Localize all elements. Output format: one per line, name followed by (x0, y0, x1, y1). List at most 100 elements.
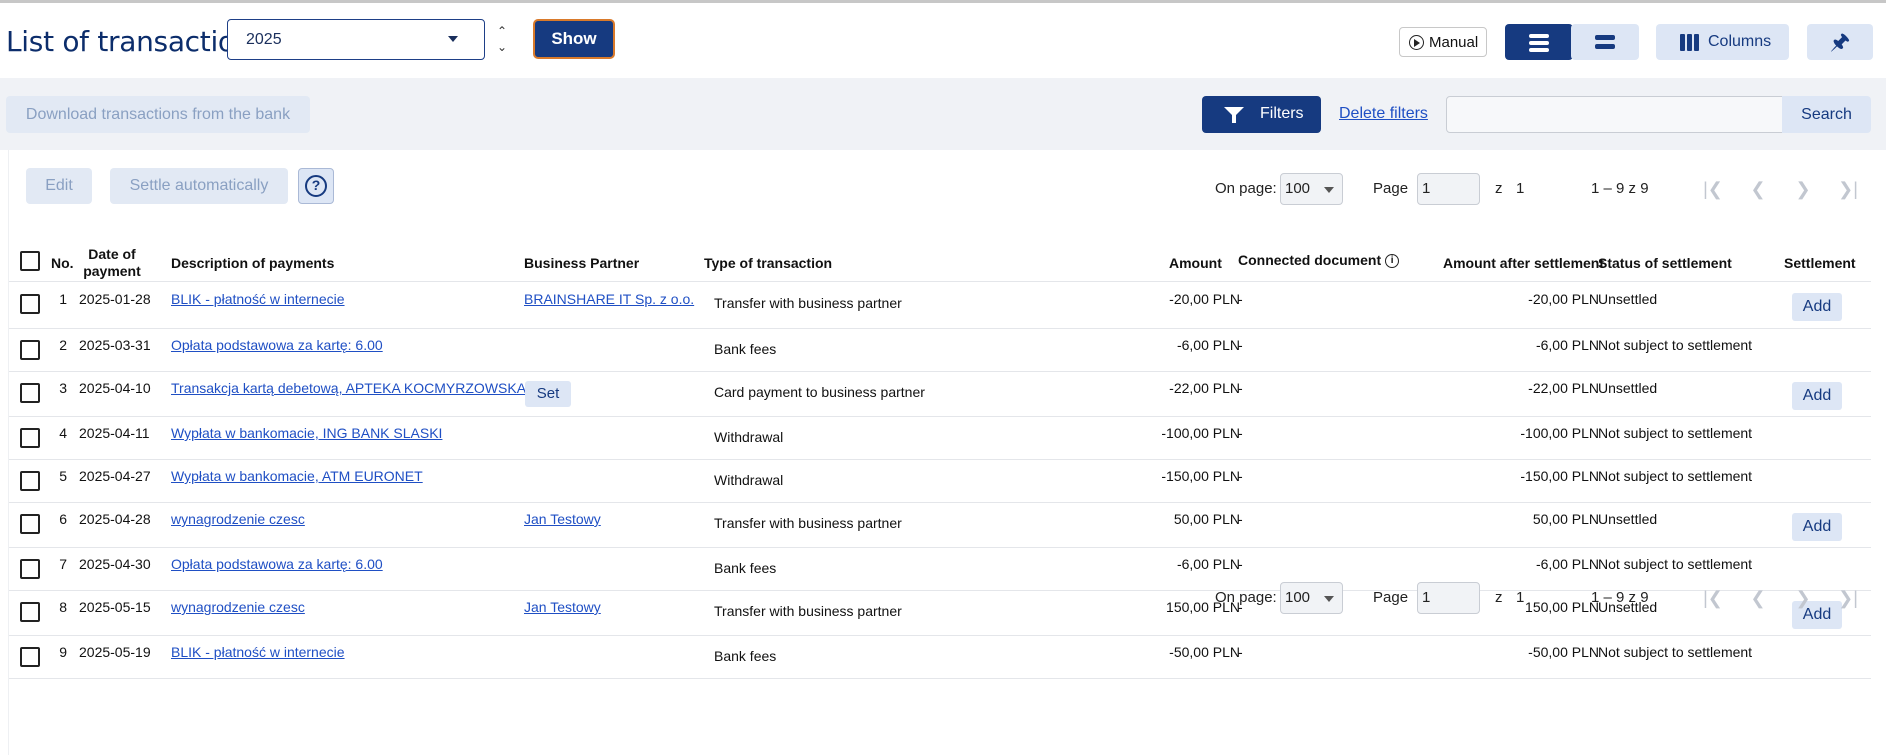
cell-date: 2025-04-27 (79, 468, 151, 484)
row-checkbox[interactable] (20, 340, 40, 360)
add-settlement-button[interactable]: Add (1792, 513, 1842, 541)
cell-amount-after: -20,00 PLN (1528, 291, 1599, 307)
view-compact-button[interactable] (1571, 24, 1639, 60)
cell-type: Bank fees (714, 341, 777, 357)
delete-filters-link[interactable]: Delete filters (1339, 105, 1428, 123)
cell-status: Unsettled (1598, 291, 1658, 307)
columns-button[interactable]: Columns (1656, 24, 1789, 60)
on-page-label: On page: (1215, 180, 1277, 197)
cell-amount: 50,00 PLN (1173, 511, 1240, 527)
chevron-down-icon[interactable]: ⌄ (495, 39, 509, 55)
row-checkbox[interactable] (20, 514, 40, 534)
per-page-select[interactable]: 100 (1280, 582, 1343, 614)
on-page-label: On page: (1215, 589, 1277, 606)
page-number-value: 1 (1422, 589, 1431, 606)
cell-partner-link[interactable]: Jan Testowy (524, 511, 601, 527)
row-checkbox[interactable] (20, 602, 40, 622)
cell-amount-after: -100,00 PLN (1520, 425, 1599, 441)
next-page-icon[interactable]: ❯ (1788, 176, 1818, 202)
cell-description-link[interactable]: BLIK - płatność w internecie (171, 644, 345, 660)
help-button[interactable]: ? (298, 168, 334, 204)
previous-page-icon[interactable]: ❮ (1743, 176, 1773, 202)
row-checkbox[interactable] (20, 559, 40, 579)
table-row[interactable]: 6 2025-04-28 wynagrodzenie czesc Jan Testow… (9, 503, 1871, 548)
cell-description-link[interactable]: wynagrodzenie czesc (171, 599, 305, 615)
cell-no: 5 (59, 468, 67, 484)
cell-partner-link[interactable]: Jan Testowy (524, 599, 601, 615)
year-select-value: 2025 (246, 31, 282, 48)
table-row[interactable]: 4 2025-04-11 Wypłata w bankomacie, ING BAN… (9, 417, 1871, 460)
cell-description-link[interactable]: Wypłata w bankomacie, ATM EURONET (171, 468, 423, 484)
filters-button[interactable]: Filters (1202, 96, 1321, 133)
table-row[interactable]: 1 2025-01-28 BLIK - płatność w internecie B… (9, 283, 1871, 329)
cell-connected-document: - (1238, 291, 1243, 307)
pagination-bottom: On page: 100 Page 1 z 1 1 – 9 z 9 |❮ ❮ ❯… (1215, 582, 1865, 614)
of-label: z (1495, 180, 1503, 197)
columns-label: Columns (1708, 33, 1772, 50)
cell-no: 2 (59, 337, 67, 353)
download-transactions-button[interactable]: Download transactions from the bank (6, 96, 310, 133)
last-page-icon[interactable]: ❯| (1833, 585, 1863, 611)
column-amount: Amount (1169, 255, 1222, 271)
table-row[interactable]: 5 2025-04-27 Wypłata w bankomacie, ATM EUR… (9, 460, 1871, 503)
cell-description-link[interactable]: wynagrodzenie czesc (171, 511, 305, 527)
add-settlement-button[interactable]: Add (1792, 293, 1842, 321)
cell-amount: -150,00 PLN (1161, 468, 1240, 484)
first-page-icon[interactable]: |❮ (1698, 176, 1728, 202)
show-button[interactable]: Show (533, 19, 615, 59)
column-connected-document: Connected document i (1238, 252, 1400, 269)
cell-description-link[interactable]: BLIK - płatność w internecie (171, 291, 345, 307)
table-row[interactable]: 3 2025-04-10 Transakcja kartą debetową, AP… (9, 372, 1871, 417)
last-page-icon[interactable]: ❯| (1833, 176, 1863, 202)
per-page-select[interactable]: 100 (1280, 173, 1343, 205)
row-checkbox[interactable] (20, 471, 40, 491)
cell-description-link[interactable]: Opłata podstawowa za kartę: 6.00 (171, 556, 383, 572)
cell-connected-document: - (1238, 511, 1243, 527)
pin-button[interactable]: 🖈 (1807, 24, 1873, 60)
compact-view-icon (1595, 35, 1615, 53)
list-view-icon (1529, 34, 1549, 55)
table-row[interactable]: 2 2025-03-31 Opłata podstawowa za kartę: 6… (9, 329, 1871, 372)
cell-description-link[interactable]: Opłata podstawowa za kartę: 6.00 (171, 337, 383, 353)
page-number-input[interactable]: 1 (1417, 582, 1480, 614)
cell-status: Not subject to settlement (1598, 425, 1753, 441)
page-number-input[interactable]: 1 (1417, 173, 1480, 205)
info-icon[interactable]: i (1385, 254, 1400, 269)
cell-type: Withdrawal (714, 472, 784, 488)
view-expanded-button[interactable] (1505, 24, 1573, 60)
cell-connected-document: - (1238, 337, 1243, 353)
record-range: 1 – 9 z 9 (1591, 180, 1649, 197)
add-settlement-button[interactable]: Add (1792, 382, 1842, 410)
cell-date: 2025-03-31 (79, 337, 151, 353)
cell-description-link[interactable]: Transakcja kartą debetową, APTEKA KOCMYR… (171, 380, 526, 396)
row-checkbox[interactable] (20, 428, 40, 448)
first-page-icon[interactable]: |❮ (1698, 585, 1728, 611)
chevron-down-icon (1324, 187, 1334, 193)
search-input[interactable] (1446, 96, 1783, 133)
cell-amount-after: -6,00 PLN (1535, 337, 1599, 353)
next-page-icon[interactable]: ❯ (1788, 585, 1818, 611)
row-checkbox[interactable] (20, 647, 40, 667)
cell-connected-document: - (1238, 556, 1243, 572)
manual-button[interactable]: Manual (1399, 27, 1487, 57)
cell-description-link[interactable]: Wypłata w bankomacie, ING BANK SLASKI (171, 425, 442, 441)
chevron-up-icon[interactable]: ⌃ (495, 23, 509, 39)
column-settlement: Settlement (1784, 255, 1856, 271)
search-button[interactable]: Search (1782, 96, 1871, 133)
row-checkbox[interactable] (20, 294, 40, 314)
year-stepper[interactable]: ⌃ ⌄ (495, 23, 509, 59)
year-select[interactable]: 2025 (227, 19, 485, 60)
set-partner-button[interactable]: Set (525, 381, 571, 407)
cell-type: Bank fees (714, 560, 777, 576)
edit-button[interactable]: Edit (26, 168, 92, 204)
cell-status: Not subject to settlement (1598, 644, 1753, 660)
select-all-checkbox[interactable] (20, 251, 40, 271)
previous-page-icon[interactable]: ❮ (1743, 585, 1773, 611)
cell-type: Withdrawal (714, 429, 784, 445)
table-row[interactable]: 9 2025-05-19 BLIK - płatność w internecie B… (9, 636, 1871, 679)
settle-automatically-button[interactable]: Settle automatically (110, 168, 288, 204)
row-checkbox[interactable] (20, 383, 40, 403)
cell-status: Not subject to settlement (1598, 337, 1753, 353)
cell-partner-link[interactable]: BRAINSHARE IT Sp. z o.o. (524, 291, 694, 307)
cell-amount: -6,00 PLN (1176, 556, 1240, 572)
